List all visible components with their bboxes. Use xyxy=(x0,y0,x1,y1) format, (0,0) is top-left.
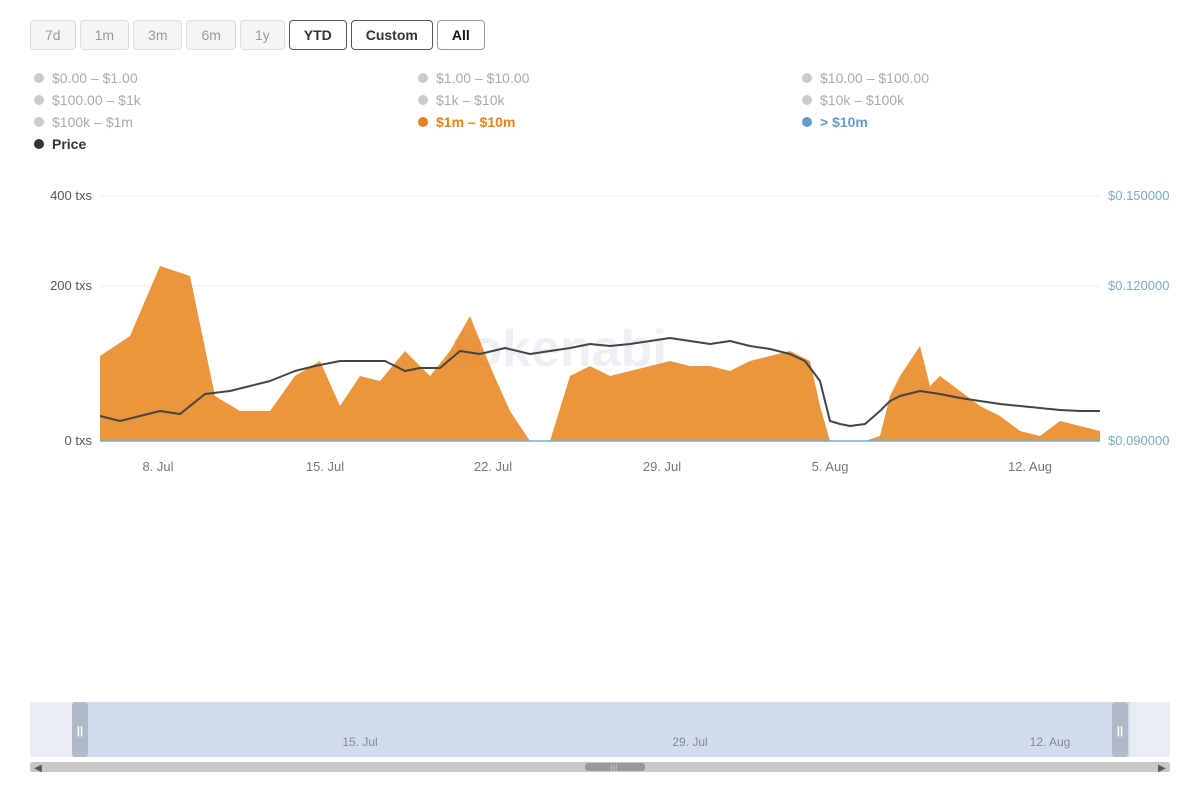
chart-wrapper: 400 txs 200 txs 0 txs $0.150000 $0.12000… xyxy=(30,176,1170,780)
range-label-15jul: 15. Jul xyxy=(342,735,377,749)
filter-all-button[interactable]: All xyxy=(437,20,485,50)
legend-label-1k-10k: $1k – $10k xyxy=(436,92,505,108)
y-axis-label-200: 200 txs xyxy=(50,278,92,293)
legend-label-1m-10m: $1m – $10m xyxy=(436,114,515,130)
svg-text:||: || xyxy=(1117,725,1123,737)
main-chart-svg: 400 txs 200 txs 0 txs $0.150000 $0.12000… xyxy=(30,176,1170,496)
range-label-12aug: 12. Aug xyxy=(1030,735,1071,749)
legend-label-1-10: $1.00 – $10.00 xyxy=(436,70,529,86)
legend-label-gt-10m: > $10m xyxy=(820,114,868,130)
y-axis-label-0: 0 txs xyxy=(65,433,93,448)
main-container: 7d 1m 3m 6m 1y YTD Custom All $0.00 – $1… xyxy=(0,0,1200,800)
legend-dot-0-1 xyxy=(34,73,44,83)
filter-6m-button[interactable]: 6m xyxy=(186,20,235,50)
filter-custom-button[interactable]: Custom xyxy=(351,20,433,50)
range-selector: || || 15. Jul 29. Jul 12. Aug ◀ ||| ▶ xyxy=(30,700,1170,780)
range-label-29jul: 29. Jul xyxy=(672,735,707,749)
y-axis-right-label-150: $0.150000 xyxy=(1108,188,1169,203)
svg-text:▶: ▶ xyxy=(1158,763,1166,772)
filter-1y-button[interactable]: 1y xyxy=(240,20,285,50)
range-selector-svg[interactable]: || || 15. Jul 29. Jul 12. Aug ◀ ||| ▶ xyxy=(30,700,1170,772)
x-axis-label-15jul: 15. Jul xyxy=(306,459,344,474)
legend-dot-10k-100k xyxy=(802,95,812,105)
legend-dot-10-100 xyxy=(802,73,812,83)
legend-item-1k-10k[interactable]: $1k – $10k xyxy=(418,92,782,108)
legend-dot-1m-10m xyxy=(418,117,428,127)
legend-dot-100-1k xyxy=(34,95,44,105)
x-axis-label-8jul: 8. Jul xyxy=(142,459,173,474)
legend-item-1m-10m[interactable]: $1m – $10m xyxy=(418,114,782,130)
chart-legend: $0.00 – $1.00 $1.00 – $10.00 $10.00 – $1… xyxy=(30,70,1170,152)
legend-label-0-1: $0.00 – $1.00 xyxy=(52,70,138,86)
legend-item-0-1[interactable]: $0.00 – $1.00 xyxy=(34,70,398,86)
legend-dot-1k-10k xyxy=(418,95,428,105)
filter-ytd-button[interactable]: YTD xyxy=(289,20,347,50)
x-axis-label-5aug: 5. Aug xyxy=(812,459,849,474)
legend-item-100-1k[interactable]: $100.00 – $1k xyxy=(34,92,398,108)
x-axis-label-22jul: 22. Jul xyxy=(474,459,512,474)
x-axis-label-29jul: 29. Jul xyxy=(643,459,681,474)
y-axis-right-label-120: $0.120000 xyxy=(1108,278,1169,293)
chart-main: 400 txs 200 txs 0 txs $0.150000 $0.12000… xyxy=(30,176,1170,696)
filter-3m-button[interactable]: 3m xyxy=(133,20,182,50)
legend-item-1-10[interactable]: $1.00 – $10.00 xyxy=(418,70,782,86)
legend-label-100k-1m: $100k – $1m xyxy=(52,114,133,130)
legend-item-100k-1m[interactable]: $100k – $1m xyxy=(34,114,398,130)
legend-label-price: Price xyxy=(52,136,86,152)
legend-item-gt-10m[interactable]: > $10m xyxy=(802,114,1166,130)
svg-text:◀: ◀ xyxy=(34,763,42,772)
legend-dot-1-10 xyxy=(418,73,428,83)
legend-item-10k-100k[interactable]: $10k – $100k xyxy=(802,92,1166,108)
y-axis-label-400: 400 txs xyxy=(50,188,92,203)
legend-item-10-100[interactable]: $10.00 – $100.00 xyxy=(802,70,1166,86)
x-axis-label-12aug: 12. Aug xyxy=(1008,459,1052,474)
legend-label-10-100: $10.00 – $100.00 xyxy=(820,70,929,86)
legend-label-100-1k: $100.00 – $1k xyxy=(52,92,141,108)
filter-1m-button[interactable]: 1m xyxy=(80,20,129,50)
filter-7d-button[interactable]: 7d xyxy=(30,20,76,50)
legend-dot-gt-10m xyxy=(802,117,812,127)
svg-text:|||: ||| xyxy=(610,763,617,772)
legend-label-10k-100k: $10k – $100k xyxy=(820,92,904,108)
legend-dot-100k-1m xyxy=(34,117,44,127)
y-axis-right-label-90: $0.090000 xyxy=(1108,433,1169,448)
time-filter-bar: 7d 1m 3m 6m 1y YTD Custom All xyxy=(30,20,1170,50)
legend-dot-price xyxy=(34,139,44,149)
legend-item-price[interactable]: Price xyxy=(34,136,398,152)
svg-text:||: || xyxy=(77,725,83,737)
